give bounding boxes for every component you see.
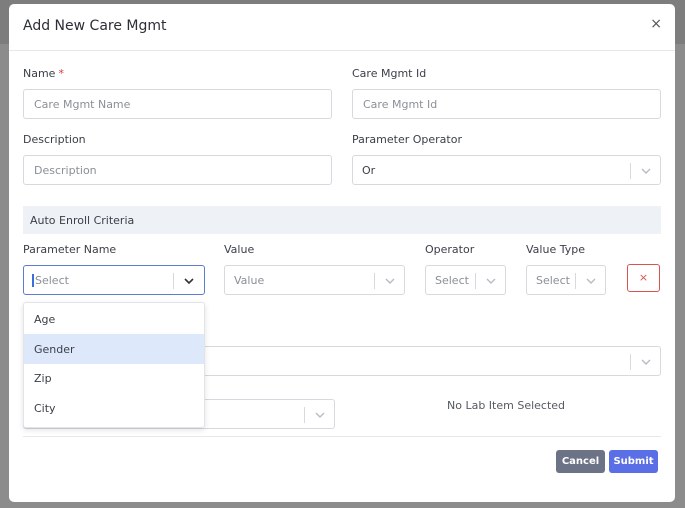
- parameter-name-label: Parameter Name: [23, 243, 117, 256]
- parameter-name-dropdown: Age Gender Zip City: [23, 302, 205, 428]
- chevron-down-icon: [184, 278, 194, 285]
- care-mgmt-name-input[interactable]: Care Mgmt Name: [23, 89, 332, 119]
- submit-button[interactable]: Submit: [609, 450, 658, 473]
- value-type-label: Value Type: [526, 243, 585, 256]
- parameter-operator-select[interactable]: Or: [352, 155, 661, 185]
- select-separator: [575, 273, 576, 289]
- option-city[interactable]: City: [24, 393, 204, 423]
- value-placeholder: Value: [234, 274, 265, 287]
- select-separator: [173, 273, 174, 289]
- chevron-down-icon: [486, 278, 496, 284]
- name-label: Name *: [23, 67, 64, 80]
- operator-placeholder: Select: [435, 274, 469, 287]
- chevron-down-icon: [315, 412, 325, 418]
- operator-select[interactable]: Select: [425, 265, 506, 295]
- chevron-down-icon: [586, 278, 596, 284]
- modal-header: Add New Care Mgmt ×: [9, 4, 675, 51]
- option-age[interactable]: Age: [24, 304, 204, 334]
- cancel-button[interactable]: Cancel: [556, 450, 605, 473]
- select-separator: [304, 407, 305, 423]
- value-select[interactable]: Value: [224, 265, 405, 295]
- chevron-down-icon: [385, 278, 395, 284]
- close-icon[interactable]: ×: [650, 17, 662, 31]
- care-mgmt-id-input[interactable]: Care Mgmt Id: [352, 89, 661, 119]
- no-lab-item-text: No Lab Item Selected: [447, 399, 566, 412]
- select-separator: [630, 354, 631, 370]
- parameter-operator-label: Parameter Operator: [352, 133, 462, 146]
- operator-label: Operator: [425, 243, 475, 256]
- add-care-mgmt-modal: Add New Care Mgmt × Name * Care Mgmt Name…: [9, 4, 675, 502]
- parameter-name-placeholder: Select: [32, 274, 69, 287]
- value-label: Value: [224, 243, 255, 256]
- modal-title: Add New Care Mgmt: [23, 18, 167, 34]
- chevron-down-icon: [641, 359, 651, 365]
- select-separator: [630, 163, 631, 179]
- parameter-name-select[interactable]: Select: [23, 265, 205, 295]
- care-mgmt-id-label: Care Mgmt Id: [352, 67, 427, 80]
- select-separator: [374, 273, 375, 289]
- value-type-select[interactable]: Select: [526, 265, 606, 295]
- auto-enroll-criteria-header: Auto Enroll Criteria: [23, 206, 661, 234]
- chevron-down-icon: [641, 168, 651, 174]
- name-label-text: Name: [23, 67, 56, 80]
- description-input[interactable]: Description: [23, 155, 332, 185]
- footer-divider: [23, 436, 661, 437]
- option-zip[interactable]: Zip: [24, 363, 204, 393]
- parameter-operator-value: Or: [362, 164, 376, 177]
- value-type-placeholder: Select: [536, 274, 570, 287]
- section-title: Auto Enroll Criteria: [30, 214, 135, 227]
- description-label: Description: [23, 133, 86, 146]
- remove-criteria-button[interactable]: ×: [627, 264, 660, 292]
- select-separator: [475, 273, 476, 289]
- option-gender[interactable]: Gender: [24, 334, 204, 364]
- required-mark: *: [58, 67, 64, 80]
